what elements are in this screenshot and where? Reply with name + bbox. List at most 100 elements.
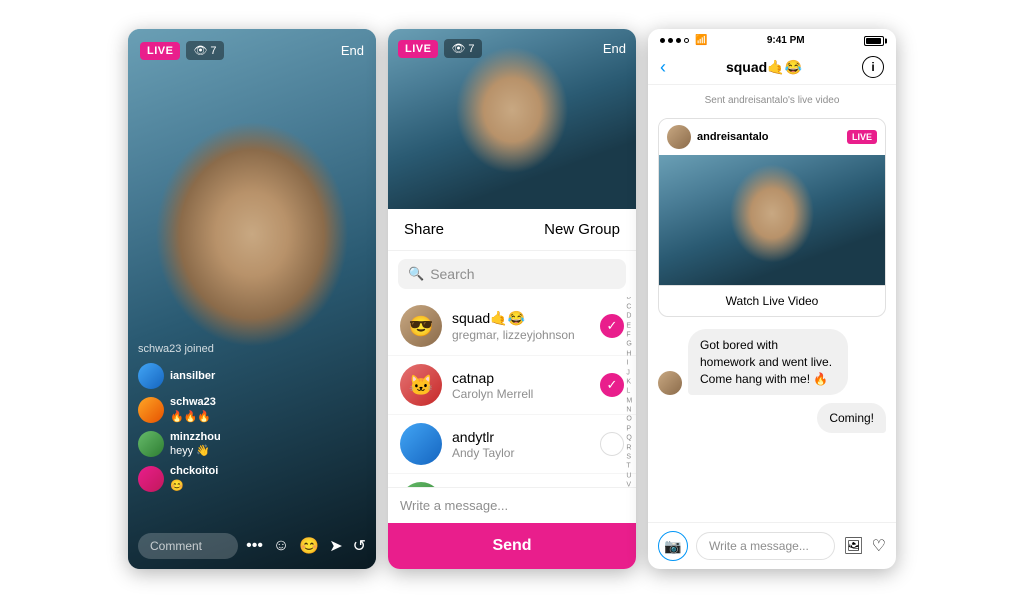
live-video-screen: LIVE 👁 7 End schwa23 joined iansilber sc… xyxy=(128,29,376,569)
check-circle[interactable] xyxy=(600,432,624,456)
new-group-button[interactable]: New Group xyxy=(544,221,620,238)
avatar: 😎 xyxy=(400,305,442,347)
signal-dot xyxy=(676,38,681,43)
battery-area xyxy=(864,36,884,46)
share-sheet-screen: LIVE 👁 7 End Share New Group 🔍 Search 😎 xyxy=(388,29,636,569)
emoji-icon[interactable]: ☺ xyxy=(273,537,289,555)
wifi-icon: 📶 xyxy=(695,35,707,46)
contact-info: squad🤙😂 gregmar, lizzeyjohnson xyxy=(452,310,600,342)
eye-icon: 👁 xyxy=(193,44,207,57)
contact-info: catnap Carolyn Merrell xyxy=(452,370,600,401)
search-bar[interactable]: 🔍 Search xyxy=(398,259,626,289)
contact-sub: Andy Taylor xyxy=(452,446,600,460)
comment-text: minzzhou heyy 👋 xyxy=(170,430,221,459)
contact-sub: Carolyn Merrell xyxy=(452,387,600,401)
live-badge: LIVE xyxy=(398,40,438,58)
battery-icon xyxy=(864,36,884,46)
contact-sub: gregmar, lizzeyjohnson xyxy=(452,328,600,342)
contact-item[interactable]: mari Mari xyxy=(388,474,636,487)
check-circle[interactable]: ✓ xyxy=(600,373,624,397)
signal-dot xyxy=(684,38,689,43)
chat-screen: 📶 9:41 PM ‹ squad🤙😂 i Sent andreisantalo… xyxy=(648,29,896,569)
status-bar: 📶 9:41 PM xyxy=(648,29,896,50)
face-icon[interactable]: 😊 xyxy=(299,536,319,556)
contact-name: squad🤙😂 xyxy=(452,310,600,327)
viewer-count: 👁 7 xyxy=(444,39,481,58)
contact-item[interactable]: 🐱 catnap Carolyn Merrell ✓ xyxy=(388,356,636,415)
chat-title: squad🤙😂 xyxy=(726,59,802,76)
video-thumbnail: LIVE 👁 7 End xyxy=(388,29,636,209)
eye-icon: 👁 xyxy=(451,42,465,55)
share-header: Share New Group xyxy=(388,209,636,251)
comment-item: chckoitoi 😊 xyxy=(138,464,366,493)
end-button[interactable]: End xyxy=(603,41,626,56)
comment-item: minzzhou heyy 👋 xyxy=(138,430,366,459)
contact-item[interactable]: 😎 squad🤙😂 gregmar, lizzeyjohnson ✓ xyxy=(388,297,636,356)
avatar xyxy=(400,423,442,465)
avatar xyxy=(138,466,164,492)
signal-dot xyxy=(668,38,673,43)
chat-messages: Sent andreisantalo's live video andreisa… xyxy=(648,85,896,522)
join-message: schwa23 joined xyxy=(138,343,366,355)
watch-live-button[interactable]: Watch Live Video xyxy=(659,285,885,316)
screen2-top-bar: LIVE 👁 7 End xyxy=(388,39,636,58)
chat-header: ‹ squad🤙😂 i xyxy=(648,50,896,85)
time-display: 9:41 PM xyxy=(767,35,805,46)
chat-input[interactable]: Write a message... xyxy=(696,532,835,560)
live-card-image xyxy=(659,155,885,285)
chat-actions: 🖼 ♡ xyxy=(843,536,886,556)
contact-item[interactable]: andytlr Andy Taylor xyxy=(388,415,636,474)
chat-input-bar: 📷 Write a message... 🖼 ♡ xyxy=(648,522,896,569)
live-badge: LIVE xyxy=(847,130,877,144)
heart-icon[interactable]: ♡ xyxy=(872,536,886,556)
action-icons: ••• ☺ 😊 ➤ ↺ xyxy=(246,536,366,556)
comment-item: iansilber xyxy=(138,363,366,389)
avatar xyxy=(138,397,164,423)
info-button[interactable]: i xyxy=(862,56,884,78)
camera-button[interactable]: 📷 xyxy=(658,531,688,561)
avatar: 🐱 xyxy=(400,364,442,406)
refresh-icon[interactable]: ↺ xyxy=(353,536,366,556)
screen1-top-bar: LIVE 👁 7 End xyxy=(128,41,376,60)
end-button[interactable]: End xyxy=(341,43,364,58)
back-button[interactable]: ‹ xyxy=(660,57,666,78)
search-input[interactable]: Search xyxy=(430,266,474,282)
comment-text: iansilber xyxy=(170,369,215,383)
photo-icon[interactable]: 🖼 xyxy=(843,536,863,556)
comment-item: schwa23 🔥🔥🔥 xyxy=(138,395,366,424)
live-badge: LIVE xyxy=(140,42,180,60)
comment-input[interactable]: Comment xyxy=(138,533,238,559)
bottom-bar: Comment ••• ☺ 😊 ➤ ↺ xyxy=(128,533,376,559)
signal-dots: 📶 xyxy=(660,35,707,46)
search-icon: 🔍 xyxy=(408,266,424,282)
live-video-card[interactable]: andreisantalo LIVE Watch Live Video xyxy=(658,118,886,317)
avatar xyxy=(658,371,682,395)
share-title: Share xyxy=(404,221,444,238)
contact-name: catnap xyxy=(452,370,600,386)
contact-name: andytlr xyxy=(452,429,600,445)
more-icon[interactable]: ••• xyxy=(246,537,263,555)
message-bubble-left: Got bored with homework and went live. C… xyxy=(658,329,886,395)
comments-area: schwa23 joined iansilber schwa23 🔥🔥🔥 min… xyxy=(128,343,376,499)
alphabet-sidebar: A B C D E F G H I J K L M N O P Q R S T xyxy=(626,297,633,487)
check-circle[interactable]: ✓ xyxy=(600,314,624,338)
sent-by-label: Sent andreisantalo's live video xyxy=(658,95,886,106)
avatar xyxy=(138,431,164,457)
comment-text: chckoitoi 😊 xyxy=(170,464,218,493)
write-message-area[interactable]: Write a message... xyxy=(388,487,636,523)
avatar xyxy=(138,363,164,389)
contact-list: 😎 squad🤙😂 gregmar, lizzeyjohnson ✓ 🐱 cat… xyxy=(388,297,636,487)
message-text: Coming! xyxy=(817,403,886,433)
live-card-header: andreisantalo LIVE xyxy=(659,119,885,155)
send-icon[interactable]: ➤ xyxy=(329,536,342,556)
contact-info: andytlr Andy Taylor xyxy=(452,429,600,460)
live-card-username: andreisantalo xyxy=(697,131,841,143)
comment-text: schwa23 🔥🔥🔥 xyxy=(170,395,216,424)
message-bubble-right: Coming! xyxy=(658,403,886,433)
viewer-count: 👁 7 xyxy=(186,41,223,60)
avatar xyxy=(667,125,691,149)
message-text: Got bored with homework and went live. C… xyxy=(688,329,848,395)
send-button[interactable]: Send xyxy=(388,523,636,569)
signal-dot xyxy=(660,38,665,43)
avatar xyxy=(400,482,442,487)
